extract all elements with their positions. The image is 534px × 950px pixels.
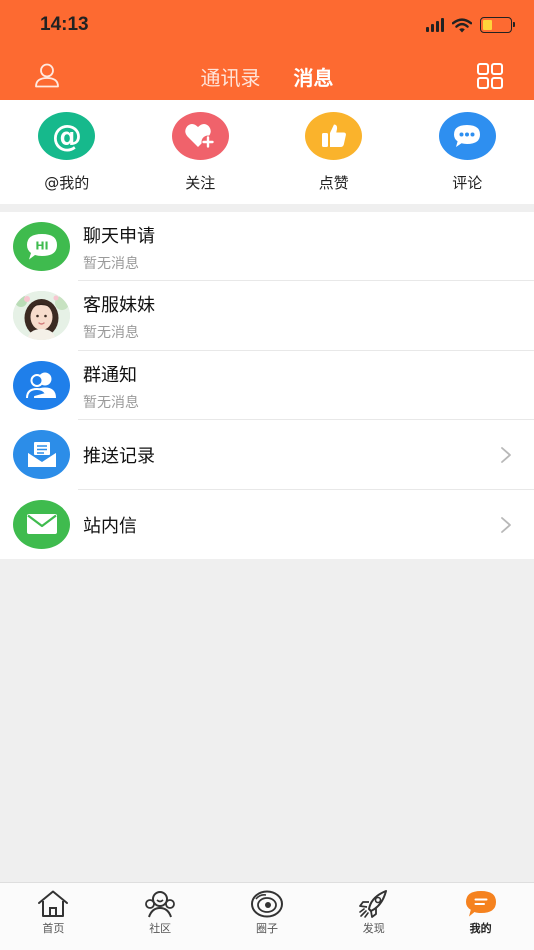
tabbar-label: 圈子 xyxy=(255,922,278,935)
message-subtitle: 暂无消息 xyxy=(83,256,139,272)
tab-contacts[interactable]: 通讯录 xyxy=(200,62,260,91)
group-icon xyxy=(13,360,70,410)
quick-action-label: 关注 xyxy=(185,174,216,192)
quick-action-follow[interactable]: 关注 xyxy=(134,100,268,204)
tabbar-label: 社区 xyxy=(149,922,172,935)
message-row-chat-request[interactable]: HI 聊天申请 暂无消息 xyxy=(0,212,534,282)
message-row-site-mail[interactable]: 站内信 xyxy=(0,490,534,559)
tabbar-item-mine[interactable]: 我的 xyxy=(427,883,534,950)
heart-plus-icon xyxy=(171,112,229,160)
message-title: 站内信 xyxy=(83,515,137,537)
mail-icon xyxy=(13,499,70,549)
status-time: 14:13 xyxy=(40,14,89,35)
wifi-icon xyxy=(452,17,472,32)
message-list: HI 聊天申请 暂无消息 客服妹妹 暂无消息 群通知 暂无消息 推送记录 站内信 xyxy=(0,212,534,559)
home-icon xyxy=(38,890,69,917)
message-title: 客服妹妹 xyxy=(83,295,155,317)
header: 14:13 通讯录 消息 xyxy=(0,0,534,104)
circle-icon xyxy=(250,890,283,918)
quick-action-label: 评论 xyxy=(452,174,483,192)
comment-icon xyxy=(438,112,496,160)
quick-action-likes[interactable]: 点赞 xyxy=(267,100,401,204)
cellular-signal-icon xyxy=(426,18,444,32)
tabbar-item-community[interactable]: 社区 xyxy=(107,883,214,950)
tabbar-label: 发现 xyxy=(362,922,385,935)
chevron-right-icon xyxy=(501,516,511,533)
message-row-customer-service[interactable]: 客服妹妹 暂无消息 xyxy=(0,281,534,351)
tabbar-item-home[interactable]: 首页 xyxy=(0,883,107,950)
tabbar-item-discover[interactable]: 发现 xyxy=(320,883,427,950)
message-row-group-notice[interactable]: 群通知 暂无消息 xyxy=(0,351,534,421)
inbox-icon xyxy=(13,430,70,480)
quick-action-mentions[interactable]: @ @我的 xyxy=(0,100,134,204)
message-texts: 聊天申请 暂无消息 xyxy=(83,222,155,273)
rocket-icon xyxy=(358,890,387,918)
tabbar-label: 我的 xyxy=(469,922,492,935)
tabbar-label: 首页 xyxy=(42,922,65,935)
header-tabs: 通讯录 消息 xyxy=(0,62,534,104)
at-icon: @ xyxy=(38,112,96,160)
svg-text:@: @ xyxy=(52,119,82,153)
message-texts: 群通知 暂无消息 xyxy=(83,361,139,412)
message-subtitle: 暂无消息 xyxy=(83,325,139,342)
thumbs-up-icon xyxy=(305,112,363,160)
tabbar-item-circle[interactable]: 圈子 xyxy=(214,883,321,950)
avatar-photo xyxy=(13,291,70,341)
bottom-tab-bar: 首页 社区 圈子 发现 我的 xyxy=(0,882,534,950)
status-icons xyxy=(426,17,515,33)
message-subtitle: 暂无消息 xyxy=(83,394,139,411)
top-nav: 通讯录 消息 xyxy=(0,52,534,104)
quick-actions: @ @我的 关注 点赞 评论 xyxy=(0,100,534,204)
hi-chat-icon: HI xyxy=(13,222,70,271)
chat-menu-icon xyxy=(465,891,496,917)
svg-text:HI: HI xyxy=(35,239,48,252)
message-texts: 客服妹妹 暂无消息 xyxy=(83,291,155,342)
message-title: 群通知 xyxy=(83,364,137,386)
battery-icon xyxy=(480,17,515,33)
community-icon xyxy=(145,891,176,918)
message-row-push-records[interactable]: 推送记录 xyxy=(0,420,534,490)
quick-action-comments[interactable]: 评论 xyxy=(401,100,534,204)
quick-action-label: 点赞 xyxy=(318,174,349,192)
message-title: 聊天申请 xyxy=(83,226,155,247)
status-bar: 14:13 xyxy=(0,0,534,52)
quick-action-label: @我的 xyxy=(44,174,90,192)
grid-menu-icon[interactable] xyxy=(476,62,504,90)
message-title: 推送记录 xyxy=(83,446,155,468)
chevron-right-icon xyxy=(501,447,511,464)
tab-messages[interactable]: 消息 xyxy=(294,62,334,104)
